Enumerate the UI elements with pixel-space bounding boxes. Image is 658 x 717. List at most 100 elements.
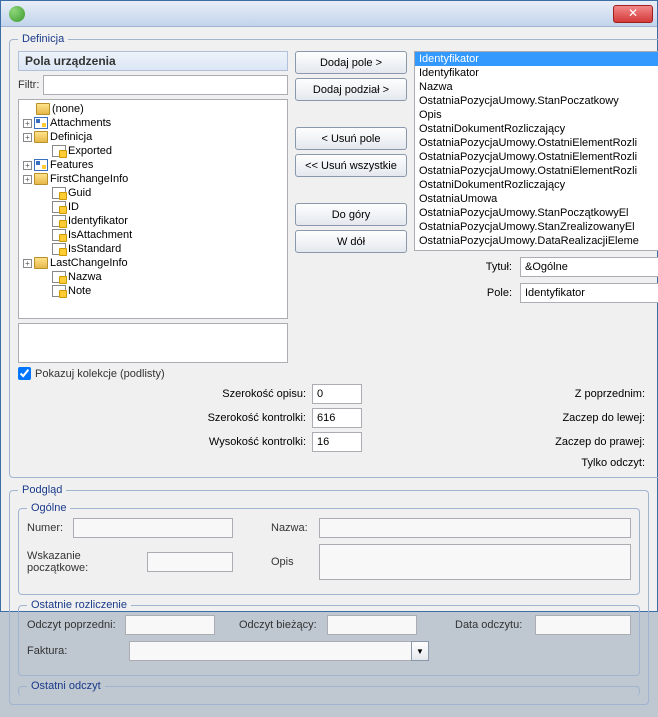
expand-icon[interactable]: + bbox=[23, 161, 32, 170]
tree-item[interactable]: Exported bbox=[21, 144, 285, 158]
description-panel bbox=[18, 323, 288, 363]
prop-icon bbox=[52, 215, 66, 227]
title-input[interactable] bbox=[520, 257, 658, 277]
list-item[interactable]: OstatniDokumentRozliczający bbox=[415, 122, 658, 136]
invoice-label: Faktura: bbox=[27, 645, 75, 657]
prop-icon bbox=[52, 201, 66, 213]
reading-date-label: Data odczytu: bbox=[455, 619, 531, 631]
list-item[interactable]: OstatniaPozycjaUmowy.StanPoczątkowyEl bbox=[415, 206, 658, 220]
preview-legend: Podgląd bbox=[18, 484, 66, 496]
folder-icon bbox=[34, 131, 48, 143]
tree-item-label: FirstChangeInfo bbox=[50, 173, 128, 185]
section-title: Pola urządzenia bbox=[18, 51, 288, 71]
reading-date-field[interactable] bbox=[535, 615, 631, 635]
desc-width-input[interactable] bbox=[312, 384, 362, 404]
prop-icon bbox=[52, 229, 66, 241]
list-item[interactable]: OstatniaPozycjaUmowy.StanZrealizowanyEl bbox=[415, 220, 658, 234]
show-collections-label[interactable]: Pokazuj kolekcje (podlisty) bbox=[35, 368, 165, 380]
blue-icon bbox=[34, 159, 48, 171]
remove-all-button[interactable]: << Usuń wszystkie bbox=[295, 154, 407, 177]
last-settlement-legend: Ostatnie rozliczenie bbox=[27, 599, 131, 611]
tree-item[interactable]: IsAttachment bbox=[21, 228, 285, 242]
list-item[interactable]: OstatniaPozycjaUmowy.OstatniElementRozli bbox=[415, 164, 658, 178]
tree-item[interactable]: + Attachments bbox=[21, 116, 285, 130]
list-item[interactable]: Identyfikator bbox=[415, 66, 658, 80]
list-item[interactable]: Identyfikator bbox=[415, 52, 658, 66]
invoice-field[interactable] bbox=[129, 641, 411, 661]
filter-input[interactable] bbox=[43, 75, 288, 95]
tree-item-label: Features bbox=[50, 159, 93, 171]
name-label: Nazwa: bbox=[271, 522, 315, 534]
add-section-button[interactable]: Dodaj podział > bbox=[295, 78, 407, 101]
remove-field-button[interactable]: < Usuń pole bbox=[295, 127, 407, 150]
prev-reading-label: Odczyt poprzedni: bbox=[27, 619, 121, 631]
expand-icon[interactable]: + bbox=[23, 119, 32, 128]
ctrl-width-input[interactable] bbox=[312, 408, 362, 428]
filter-label: Filtr: bbox=[18, 79, 39, 91]
name-field[interactable] bbox=[319, 518, 631, 538]
expand-icon[interactable]: + bbox=[23, 133, 32, 142]
tree-item[interactable]: +LastChangeInfo bbox=[21, 256, 285, 270]
prop-icon bbox=[52, 145, 66, 157]
tree-item[interactable]: Note bbox=[21, 284, 285, 298]
number-label: Numer: bbox=[27, 522, 69, 534]
tree-item-label: ID bbox=[68, 201, 79, 213]
tree-item-label: Nazwa bbox=[68, 271, 102, 283]
prop-icon bbox=[52, 243, 66, 255]
definition-fieldset: Definicja Pola urządzenia Filtr: (none)+… bbox=[9, 33, 658, 478]
curr-reading-label: Odczyt bieżący: bbox=[239, 619, 323, 631]
close-button[interactable]: ✕ bbox=[613, 5, 653, 23]
last-settlement-fieldset: Ostatnie rozliczenie Odczyt poprzedni: O… bbox=[18, 599, 640, 676]
tree-item-label: IsAttachment bbox=[68, 229, 132, 241]
tree-item-label: Identyfikator bbox=[68, 215, 128, 227]
tree-item-label: Note bbox=[68, 285, 91, 297]
initial-indication-field[interactable] bbox=[147, 552, 233, 572]
list-item[interactable]: OstatniaPozycjaUmowy.OstatniElementRozli bbox=[415, 136, 658, 150]
readonly-label: Tylko odczyt: bbox=[545, 457, 645, 469]
ctrl-height-input[interactable] bbox=[312, 432, 362, 452]
tree-item[interactable]: + Definicja bbox=[21, 130, 285, 144]
list-item[interactable]: OstatniaPozycjaUmowy.StanPoczatkowy bbox=[415, 94, 658, 108]
prev-reading-field[interactable] bbox=[125, 615, 215, 635]
tree-item[interactable]: Identyfikator bbox=[21, 214, 285, 228]
tree-item[interactable]: (none) bbox=[21, 102, 285, 116]
tree-item[interactable]: + Features bbox=[21, 158, 285, 172]
tree-item-label: Exported bbox=[68, 145, 112, 157]
expand-icon[interactable]: + bbox=[23, 175, 32, 184]
tree-item[interactable]: ID bbox=[21, 200, 285, 214]
preview-fieldset: Podgląd Ogólne Numer: Nazwa: Wskazanie p… bbox=[9, 484, 649, 705]
initial-indication-label: Wskazanie początkowe: bbox=[27, 550, 143, 574]
number-field[interactable] bbox=[73, 518, 233, 538]
field-label: Pole: bbox=[414, 287, 520, 299]
show-collections-checkbox[interactable] bbox=[18, 367, 31, 380]
expand-icon[interactable]: + bbox=[23, 259, 32, 268]
tree-item[interactable]: Guid bbox=[21, 186, 285, 200]
field-input[interactable] bbox=[520, 283, 658, 303]
description-field[interactable] bbox=[319, 544, 631, 580]
tree-item-label: Attachments bbox=[50, 117, 111, 129]
list-item[interactable]: Opis bbox=[415, 108, 658, 122]
tree-item[interactable]: + FirstChangeInfo bbox=[21, 172, 285, 186]
list-item[interactable]: Nazwa bbox=[415, 80, 658, 94]
blue-icon bbox=[34, 117, 48, 129]
list-item[interactable]: OstatniaUmowa bbox=[415, 248, 658, 251]
list-item[interactable]: OstatniaPozycjaUmowy.OstatniElementRozli bbox=[415, 150, 658, 164]
move-down-button[interactable]: W dół bbox=[295, 230, 407, 253]
tree-item[interactable]: IsStandard bbox=[21, 242, 285, 256]
curr-reading-field[interactable] bbox=[327, 615, 417, 635]
invoice-dropdown-button[interactable]: ▼ bbox=[411, 641, 429, 661]
folder-icon bbox=[36, 103, 50, 115]
tree-item[interactable]: Nazwa bbox=[21, 270, 285, 284]
tree-item-label: Definicja bbox=[50, 131, 92, 143]
list-item[interactable]: OstatniDokumentRozliczający bbox=[415, 178, 658, 192]
add-field-button[interactable]: Dodaj pole > bbox=[295, 51, 407, 74]
field-tree[interactable]: (none) + Attachments + Definicja Exported + Fea… bbox=[18, 99, 288, 319]
list-item[interactable]: OstatniaUmowa bbox=[415, 192, 658, 206]
selected-fields-list[interactable]: IdentyfikatorIdentyfikatorNazwaOstatniaP… bbox=[414, 51, 658, 251]
tree-item-label: IsStandard bbox=[68, 243, 121, 255]
ctrl-width-label: Szerokość kontrolki: bbox=[198, 412, 306, 424]
definition-legend: Definicja bbox=[18, 33, 68, 45]
list-item[interactable]: OstatniaPozycjaUmowy.DataRealizacjiEleme bbox=[415, 234, 658, 248]
move-up-button[interactable]: Do góry bbox=[295, 203, 407, 226]
window: ✕ Definicja Pola urządzenia Filtr: (none… bbox=[0, 0, 658, 612]
